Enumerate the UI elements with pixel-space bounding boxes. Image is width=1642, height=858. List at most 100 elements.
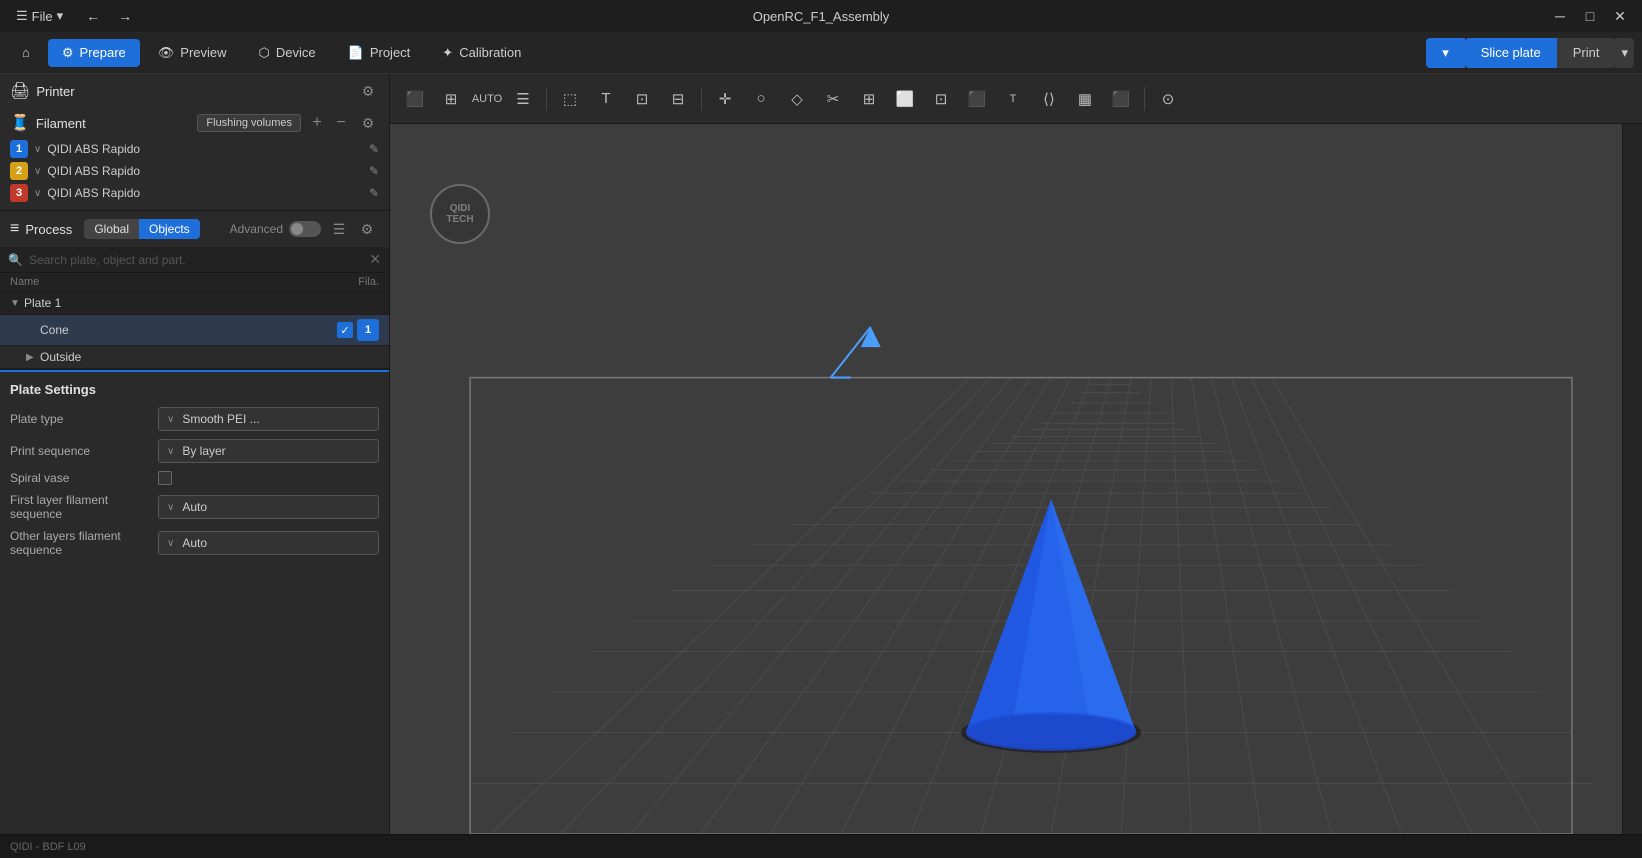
print-label: Print <box>1573 45 1600 60</box>
outside-row[interactable]: ▶ Outside <box>0 346 389 369</box>
filament-settings-gear[interactable]: ⚙ <box>357 112 379 134</box>
minimize-button[interactable]: ─ <box>1546 2 1574 30</box>
plate-row[interactable]: ▼ Plate 1 <box>0 292 389 315</box>
window-controls: ─ □ ✕ <box>1546 2 1634 30</box>
print-sequence-dropdown[interactable]: ∨ By layer <box>158 439 379 463</box>
redo-button[interactable]: → <box>111 2 139 30</box>
right-edge-panel <box>1622 124 1642 834</box>
file-menu[interactable]: ☰ File ▾ <box>8 6 71 26</box>
vp-icon-arrows[interactable]: ⟨⟩ <box>1032 82 1066 116</box>
undo-button[interactable]: ← <box>79 2 107 30</box>
filament-edit-2[interactable]: ✎ <box>369 164 379 178</box>
process-settings-btn[interactable]: ☰ <box>327 217 351 241</box>
cone-checkbox[interactable]: ✓ <box>337 322 353 338</box>
vp-icon-frame[interactable]: ⊡ <box>924 82 958 116</box>
vp-icon-auto[interactable]: AUTO <box>470 82 504 116</box>
filament-badge-2: 2 <box>10 162 28 180</box>
viewport[interactable]: ⬛ ⊞ AUTO ☰ ⬚ T ⊡ ⊟ ✛ ○ ◇ ✂ ⊞ ⬜ ⊡ ⬛ T ⟨⟩ … <box>390 74 1642 834</box>
nav-project[interactable]: 📄 Project <box>334 39 425 67</box>
file-menu-icon: ☰ <box>16 8 28 24</box>
vp-icon-type[interactable]: T <box>996 82 1030 116</box>
prepare-label: Prepare <box>80 45 126 60</box>
slice-btn-arrow-left[interactable]: ▾ <box>1426 38 1465 68</box>
printer-settings-gear[interactable]: ⚙ <box>357 80 379 102</box>
print-sequence-caret: ∨ <box>167 446 174 457</box>
slice-plate-button[interactable]: Slice plate <box>1465 38 1557 68</box>
flushing-volumes-button[interactable]: Flushing volumes <box>197 114 301 132</box>
vp-icon-grid[interactable]: ⊞ <box>434 82 468 116</box>
file-menu-caret: ▾ <box>57 8 64 24</box>
spiral-vase-checkbox[interactable] <box>158 471 172 485</box>
nav-home[interactable]: ⌂ <box>8 39 44 66</box>
process-section: ≡ Process Global Objects Advanced ☰ ⚙ <box>0 211 389 370</box>
plate-settings-title: Plate Settings <box>10 382 379 397</box>
vp-icon-grid2[interactable]: ▦ <box>1068 82 1102 116</box>
printer-section-header: 🖨 Printer ⚙ <box>0 74 389 108</box>
vp-icon-move[interactable]: ✛ <box>708 82 742 116</box>
vp-icon-slabs2[interactable]: ⊟ <box>661 82 695 116</box>
plate-settings: Plate Settings Plate type ∨ Smooth PEI .… <box>0 370 389 575</box>
vp-icon-cut[interactable]: ✂ <box>816 82 850 116</box>
cone-filament-badge[interactable]: 1 <box>357 319 379 341</box>
filament-edit-1[interactable]: ✎ <box>369 142 379 156</box>
spiral-vase-label: Spiral vase <box>10 471 150 485</box>
advanced-row: Advanced <box>230 221 321 237</box>
nav-device[interactable]: ⬡ Device <box>245 39 330 67</box>
process-extra-btn[interactable]: ⚙ <box>355 217 379 241</box>
search-clear-icon[interactable]: ✕ <box>369 251 381 268</box>
search-input[interactable] <box>29 253 369 267</box>
title-bar: ☰ File ▾ ← → OpenRC_F1_Assembly ─ □ ✕ <box>0 0 1642 32</box>
vp-icon-cube[interactable]: ⬛ <box>398 82 432 116</box>
filament-add-remove: + − <box>307 113 351 133</box>
nav-prepare[interactable]: ⚙ Prepare <box>48 39 140 67</box>
printer-title: Printer <box>36 84 351 99</box>
vp-icon-box[interactable]: ⬜ <box>888 82 922 116</box>
vp-icon-slice2[interactable]: ⬛ <box>1104 82 1138 116</box>
preview-label: Preview <box>180 45 226 60</box>
vp-icon-list[interactable]: ☰ <box>506 82 540 116</box>
add-filament-button[interactable]: + <box>307 113 327 133</box>
remove-filament-button[interactable]: − <box>331 113 351 133</box>
nav-calibration[interactable]: ✦ Calibration <box>428 39 535 67</box>
cone-label: Cone <box>40 323 337 337</box>
other-layers-dropdown[interactable]: ∨ Auto <box>158 531 379 555</box>
print-button[interactable]: Print <box>1557 38 1616 68</box>
advanced-toggle[interactable] <box>289 221 321 237</box>
global-toggle[interactable]: Global <box>84 219 139 239</box>
first-layer-dropdown[interactable]: ∨ Auto <box>158 495 379 519</box>
close-button[interactable]: ✕ <box>1606 2 1634 30</box>
history-buttons: ← → <box>79 2 139 30</box>
vp-icon-layers[interactable]: ⊞ <box>852 82 886 116</box>
filament-badge-1: 1 <box>10 140 28 158</box>
vp-icon-text[interactable]: T <box>589 82 623 116</box>
plate-type-label: Plate type <box>10 412 150 426</box>
vp-icon-target[interactable]: ⊙ <box>1151 82 1185 116</box>
vp-icon-diamond[interactable]: ◇ <box>780 82 814 116</box>
plate-type-row: Plate type ∨ Smooth PEI ... <box>10 407 379 431</box>
project-icon: 📄 <box>348 45 364 61</box>
first-layer-label: First layer filament sequence <box>10 493 150 521</box>
plate-arrow: ▼ <box>10 298 24 309</box>
first-layer-row: First layer filament sequence ∨ Auto <box>10 493 379 521</box>
grid-canvas <box>390 124 1642 834</box>
filament-icon: 🧵 <box>10 113 30 133</box>
objects-toggle[interactable]: Objects <box>139 219 200 239</box>
scene[interactable]: QIDITECH <box>390 124 1642 834</box>
nav-bar: ⌂ ⚙ Prepare 👁 Preview ⬡ Device 📄 Project… <box>0 32 1642 74</box>
nav-preview[interactable]: 👁 Preview <box>144 39 241 67</box>
process-icon: ≡ <box>10 220 19 238</box>
print-btn-arrow[interactable]: ▾ <box>1615 38 1634 68</box>
advanced-label: Advanced <box>230 222 283 236</box>
vp-icon-slabs[interactable]: ⊡ <box>625 82 659 116</box>
vp-icon-circle[interactable]: ○ <box>744 82 778 116</box>
plate-label: Plate 1 <box>24 296 379 310</box>
file-menu-label: File <box>32 9 53 24</box>
cone-row[interactable]: Cone ✓ 1 <box>0 315 389 346</box>
vp-icon-orient[interactable]: ⬚ <box>553 82 587 116</box>
maximize-button[interactable]: □ <box>1576 2 1604 30</box>
brand-logo: QIDITECH <box>430 184 490 244</box>
filament-edit-3[interactable]: ✎ <box>369 186 379 200</box>
outside-arrow: ▶ <box>26 352 40 363</box>
vp-icon-mesh[interactable]: ⬛ <box>960 82 994 116</box>
plate-type-dropdown[interactable]: ∨ Smooth PEI ... <box>158 407 379 431</box>
